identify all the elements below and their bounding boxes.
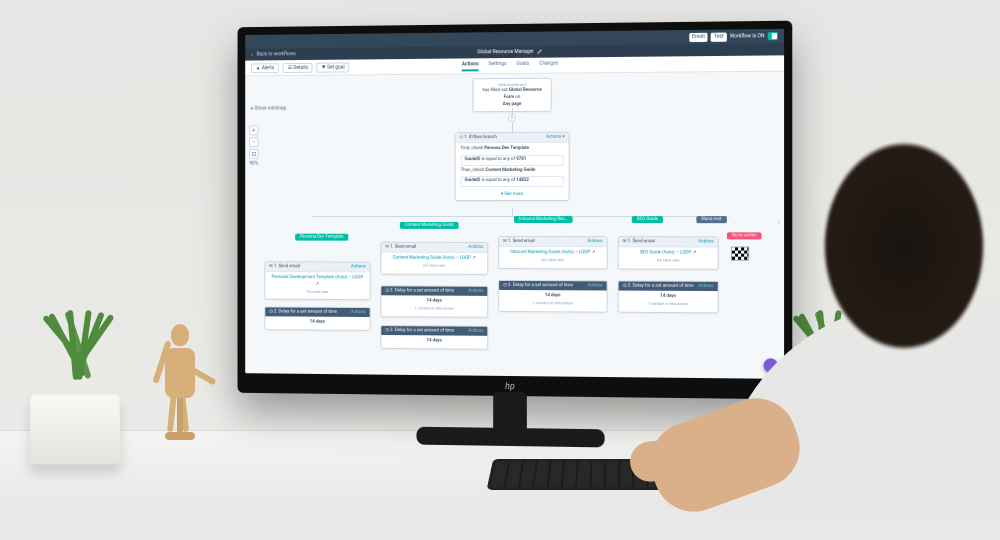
workflow-toggle[interactable] [768, 32, 778, 40]
monitor: Enroll Test Workflow is ON ‹ Back to wor… [238, 21, 793, 400]
tabs: Actions Settings Goals Changes [462, 60, 559, 71]
set-goal-button[interactable]: ⚑ Set goal [317, 62, 350, 72]
send-email-node-2[interactable]: ✉ 1. Send emailActions Content Marketing… [380, 242, 488, 275]
delay-node-4[interactable]: ◷ 2. Delay for a set amount of timeActio… [618, 280, 719, 312]
branch-actions-link[interactable]: Actions ▾ [546, 135, 565, 140]
tab-settings[interactable]: Settings [489, 61, 507, 71]
delay-node-2b[interactable]: ◷ 3. Delay for a set amount of timeActio… [380, 325, 488, 350]
branch-label-4[interactable]: SEO Guide [632, 216, 663, 223]
tab-goals[interactable]: Goals [516, 60, 529, 70]
monitor-brand: hp [505, 382, 515, 392]
zoom-fit-button[interactable]: ⊡ [249, 149, 259, 159]
chevron-left-icon: ‹ [251, 51, 253, 58]
zoom-in-button[interactable]: + [249, 125, 259, 135]
details-button[interactable]: ☰ Details [283, 62, 313, 72]
test-button[interactable]: Test [711, 32, 727, 41]
zoom-controls: + − ⊡ 90% [249, 125, 259, 166]
branch-label-1[interactable]: Persona Dev Template [295, 234, 348, 241]
tab-actions[interactable]: Actions [462, 61, 479, 71]
collapse-panel-icon[interactable]: › [778, 219, 780, 226]
page-title: Global Resource Manager [477, 49, 534, 56]
enroll-button[interactable]: Enroll [689, 32, 708, 41]
workflow-status: Workflow is ON [730, 33, 765, 39]
zoom-level: 90% [249, 161, 258, 167]
see-more-link[interactable]: ▾ See more [456, 192, 569, 200]
tab-changes[interactable]: Changes [539, 60, 558, 70]
delay-node-2[interactable]: ◷ 2. Delay for a set amount of timeActio… [380, 285, 488, 317]
show-minimap-link[interactable]: ▸ Show minimap [251, 106, 286, 112]
goto-action-tag[interactable]: Go to action [727, 232, 762, 239]
alerts-button[interactable]: ▲ Alerts [251, 63, 279, 73]
back-link[interactable]: Back to workflows [257, 51, 296, 57]
branch-label-3[interactable]: Inbound Marketing Res… [514, 216, 573, 223]
zoom-out-button[interactable]: − [249, 137, 259, 147]
delay-node-3[interactable]: ◷ 2. Delay for a set amount of timeActio… [498, 280, 608, 312]
send-email-node-1[interactable]: ✉ 1. Send emailActions Personal Developm… [264, 261, 370, 300]
send-email-node-4[interactable]: ✉ 1. Send emailActions SEO Guide (Auto) … [618, 236, 719, 269]
add-step-button[interactable]: + [508, 114, 516, 122]
pencil-icon[interactable] [537, 49, 543, 55]
delay-node-1[interactable]: ◷ 2. Delay for a set amount of timeActio… [264, 306, 370, 330]
send-email-node-3[interactable]: ✉ 1. Send emailActions Inbound Marketing… [498, 236, 608, 269]
app-window: Enroll Test Workflow is ON ‹ Back to wor… [245, 29, 784, 379]
branch-label-2[interactable]: Content Marketing Guide [400, 222, 459, 229]
branch-label-none[interactable]: None met [696, 216, 726, 223]
goal-flag-icon [731, 247, 749, 261]
workflow-canvas[interactable]: ▸ Show minimap + − ⊡ 90% View enrollment… [245, 72, 784, 379]
branch-node[interactable]: ◇ 1. If/then branchActions ▾ First, chec… [455, 132, 570, 201]
